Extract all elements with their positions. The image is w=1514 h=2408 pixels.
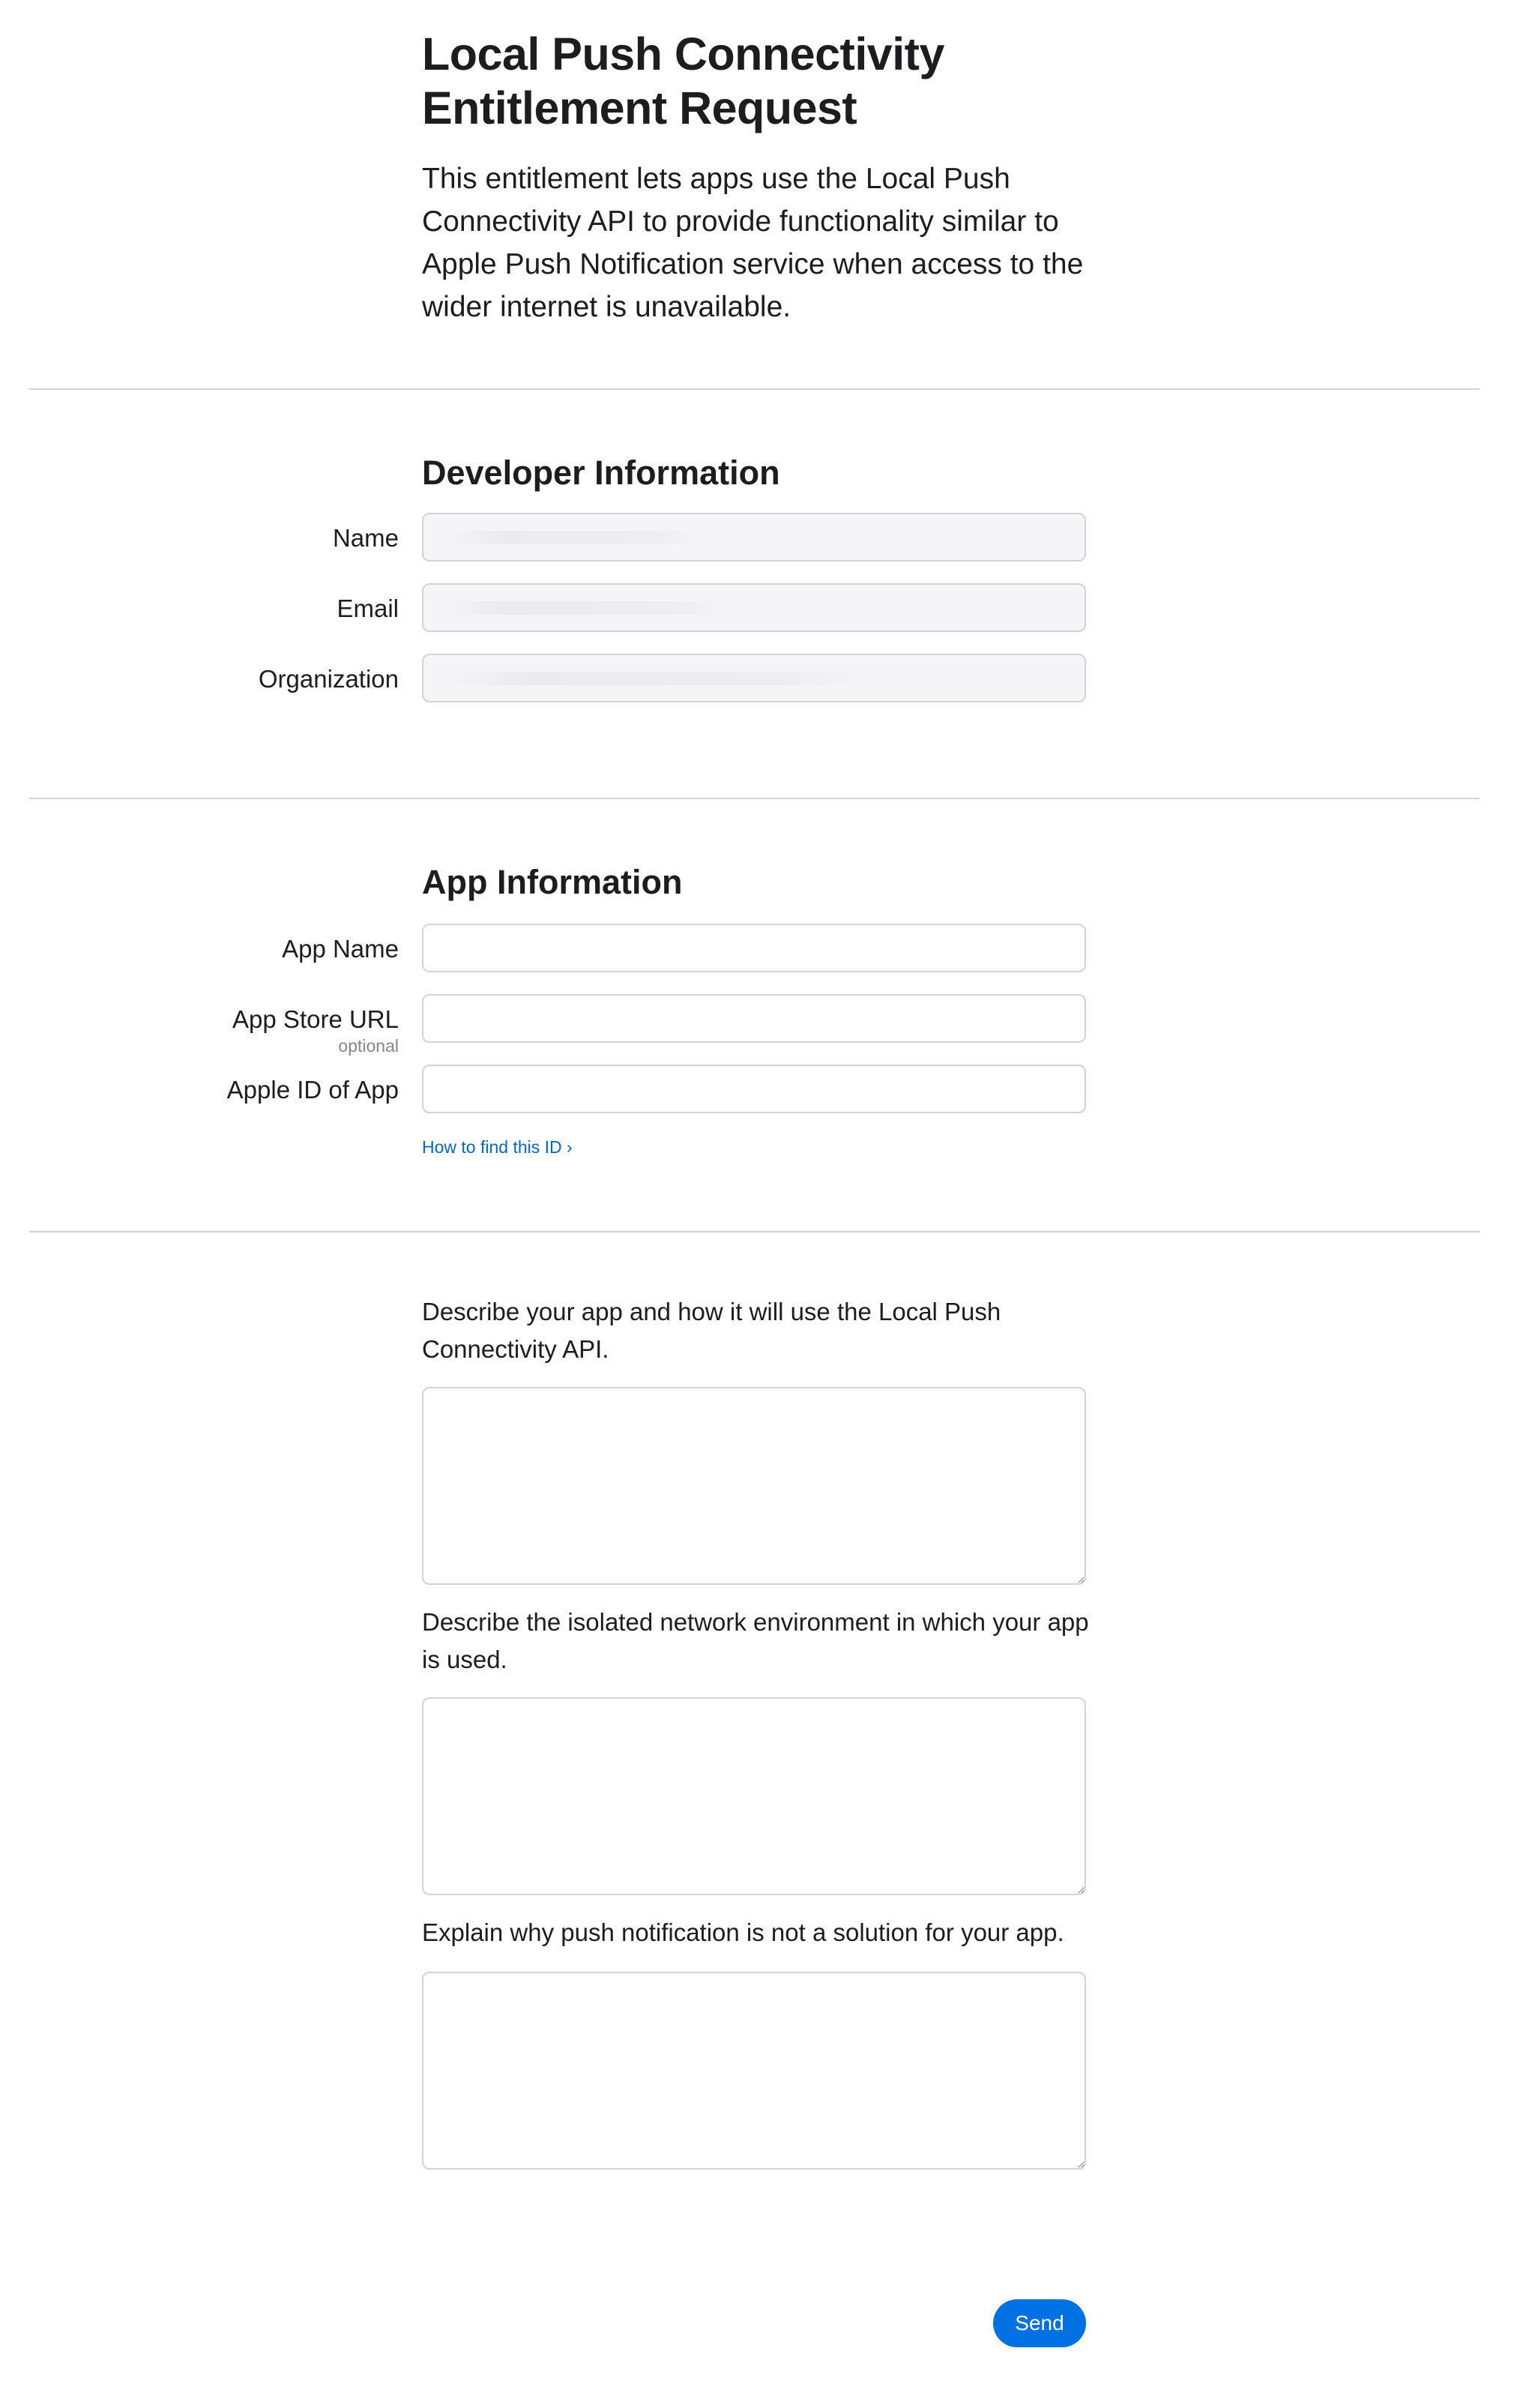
- section-divider: [29, 388, 1480, 390]
- redacted-value: [446, 601, 731, 615]
- email-label: Email: [337, 595, 399, 622]
- redacted-value: [450, 531, 705, 544]
- apple-id-label: Apple ID of App: [226, 1076, 399, 1104]
- send-button[interactable]: Send: [993, 2299, 1086, 2347]
- intro-text: This entitlement lets apps use the Local…: [422, 163, 1084, 323]
- apple-id-input[interactable]: [422, 1065, 1086, 1113]
- page-title-line-1: Local Push Connectivity: [422, 28, 944, 79]
- page-title-line-2: Entitlement Request: [422, 82, 857, 133]
- organization-label: Organization: [258, 665, 399, 693]
- app-store-url-input[interactable]: [422, 994, 1086, 1043]
- redacted-value: [446, 672, 866, 685]
- how-to-find-id-link[interactable]: How to find this ID ›: [422, 1137, 573, 1158]
- app-store-url-label: App Store URL: [232, 1005, 399, 1033]
- section-divider: [29, 798, 1480, 799]
- push-notification-prompt: Explain why push notification is not a s…: [422, 1918, 1064, 1946]
- network-environment-prompt: Describe the isolated network environmen…: [422, 1608, 1089, 1673]
- organization-field[interactable]: [422, 654, 1086, 702]
- section-divider: [29, 1231, 1480, 1232]
- app-usage-prompt: Describe your app and how it will use th…: [422, 1298, 1001, 1363]
- push-notification-textarea[interactable]: [422, 1972, 1086, 2170]
- optional-label: optional: [338, 1036, 399, 1056]
- page-title: Local Push Connectivity Entitlement Requ…: [422, 27, 1171, 135]
- name-label: Name: [332, 524, 399, 552]
- developer-information-heading: Developer Information: [422, 454, 780, 492]
- name-field[interactable]: [422, 513, 1086, 562]
- network-environment-textarea[interactable]: [422, 1697, 1086, 1895]
- app-name-label: App Name: [282, 935, 399, 963]
- app-usage-textarea[interactable]: [422, 1387, 1086, 1585]
- email-field[interactable]: [422, 583, 1086, 632]
- app-name-input[interactable]: [422, 924, 1086, 972]
- app-information-heading: App Information: [422, 863, 683, 901]
